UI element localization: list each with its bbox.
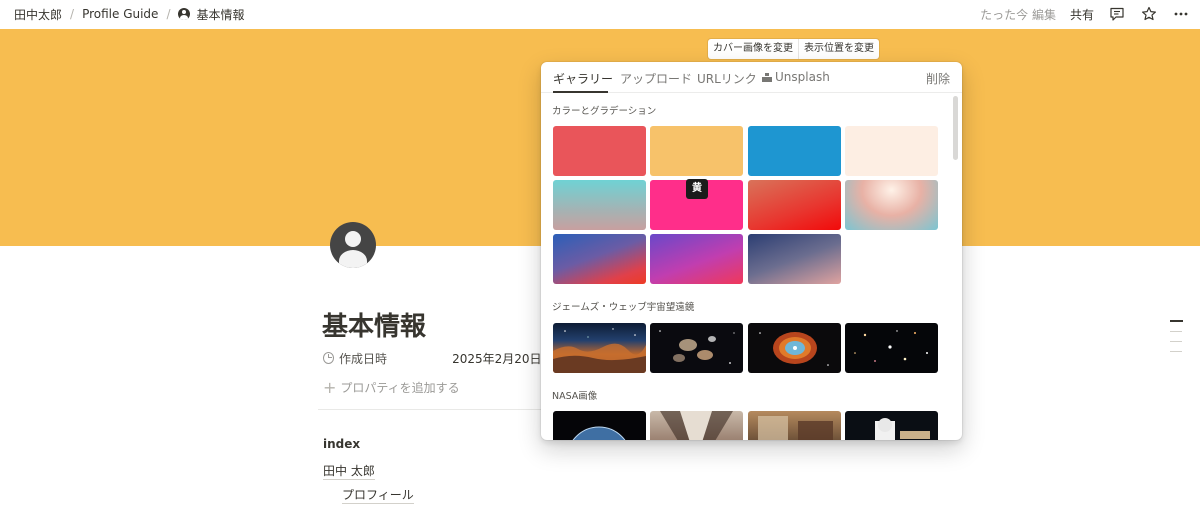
reposition-cover-button[interactable]: 表示位置を変更 (798, 39, 879, 59)
user-circle-icon (178, 8, 191, 20)
section-webb-title: ジェームズ・ウェッブ宇宙望遠鏡 (552, 302, 695, 313)
outline-marker[interactable] (1170, 351, 1182, 352)
index-heading: index (323, 437, 361, 451)
tab-unsplash[interactable]: Unsplash (762, 70, 830, 84)
toc-link[interactable]: 田中 太郎 (323, 462, 375, 480)
tab-upload[interactable]: アップロード (620, 70, 692, 87)
share-button[interactable]: 共有 (1070, 6, 1094, 23)
clock-icon (323, 352, 334, 364)
cover-photo-webb-quintet[interactable] (650, 323, 743, 373)
breadcrumb-profile-guide[interactable]: Profile Guide (82, 7, 158, 21)
user-body-shape (339, 250, 367, 268)
tab-gallery[interactable]: ギャラリー (553, 70, 613, 87)
outline-marker[interactable] (1170, 320, 1183, 322)
tab-unsplash-label: Unsplash (775, 70, 830, 84)
comment-icon[interactable] (1108, 5, 1126, 23)
breadcrumb-separator: / (166, 7, 171, 21)
cover-swatch-red[interactable] (553, 126, 646, 176)
property-name: 作成日時 (338, 351, 387, 366)
cover-swatch-beige[interactable] (845, 126, 938, 176)
cover-photo-webb-deep-field[interactable] (845, 323, 938, 373)
breadcrumb: 田中太郎 / Profile Guide / 基本情報 (0, 6, 245, 23)
remove-cover-button[interactable]: 削除 (926, 70, 950, 87)
cover-swatch-gradient-purple[interactable] (650, 234, 743, 284)
breadcrumb-page-label: 基本情報 (196, 7, 245, 22)
outline-marker[interactable] (1170, 331, 1182, 332)
cover-photo-nasa-earth[interactable] (553, 411, 646, 440)
more-icon[interactable] (1172, 5, 1190, 23)
cover-swatch-gradient-teal[interactable] (553, 180, 646, 230)
cover-photo-nasa-rocket[interactable] (650, 411, 743, 440)
change-cover-button[interactable]: カバー画像を変更 (708, 39, 798, 59)
active-tab-indicator (553, 91, 608, 93)
page-icon[interactable] (330, 222, 376, 268)
tab-url-link[interactable]: URLリンク (697, 70, 757, 87)
cover-swatch-gradient-rose[interactable] (845, 180, 938, 230)
cover-photo-nasa-astronaut[interactable] (845, 411, 938, 440)
cover-controls: カバー画像を変更 表示位置を変更 (708, 39, 879, 59)
cover-swatch-gradient-red[interactable] (748, 180, 841, 230)
cover-swatch-gradient-blue-red[interactable] (553, 234, 646, 284)
section-nasa-title: NASA画像 (552, 391, 598, 402)
breadcrumb-workspace[interactable]: 田中太郎 (14, 6, 62, 23)
outline-marker[interactable] (1170, 341, 1182, 342)
add-property-button[interactable]: + プロパティを追加する (323, 379, 460, 396)
breadcrumb-current-page[interactable]: 基本情報 (178, 6, 245, 23)
star-icon[interactable] (1140, 5, 1158, 23)
top-bar: 田中太郎 / Profile Guide / 基本情報 たった今 編集 共有 (0, 0, 1200, 28)
popup-scrollbar[interactable] (953, 96, 958, 160)
cover-photo-webb-cosmic-cliffs[interactable] (553, 323, 646, 373)
page-title[interactable]: 基本情報 (322, 306, 426, 343)
breadcrumb-separator: / (70, 7, 75, 21)
add-property-label: プロパティを追加する (340, 381, 460, 395)
property-value: 2025年2月20日 1 (452, 351, 553, 366)
user-head-shape (345, 231, 361, 247)
property-created-time[interactable]: 作成日時 2025年2月20日 1 (323, 349, 553, 367)
cover-swatch-blue[interactable] (748, 126, 841, 176)
unsplash-icon (762, 72, 772, 82)
cover-picker-popup: ギャラリー アップロード URLリンク Unsplash 削除 カラーとグラデー… (541, 62, 962, 440)
cover-photo-webb-nebula[interactable] (748, 323, 841, 373)
divider (318, 409, 558, 410)
cover-picker-tabs: ギャラリー アップロード URLリンク Unsplash 削除 (541, 62, 962, 93)
cover-photo-nasa-capsule[interactable] (748, 411, 841, 440)
cover-swatch-yellow[interactable] (650, 126, 743, 176)
toc-link[interactable]: プロフィール (342, 486, 414, 504)
page-outline[interactable] (1170, 320, 1184, 361)
cover-swatch-gradient-dusk[interactable] (748, 234, 841, 284)
top-right-tools: たった今 編集 共有 (980, 0, 1190, 28)
section-colors-title: カラーとグラデーション (552, 106, 657, 117)
edited-status: たった今 編集 (980, 7, 1056, 22)
swatch-tooltip: 黄 (686, 179, 708, 199)
plus-icon: + (323, 377, 337, 397)
